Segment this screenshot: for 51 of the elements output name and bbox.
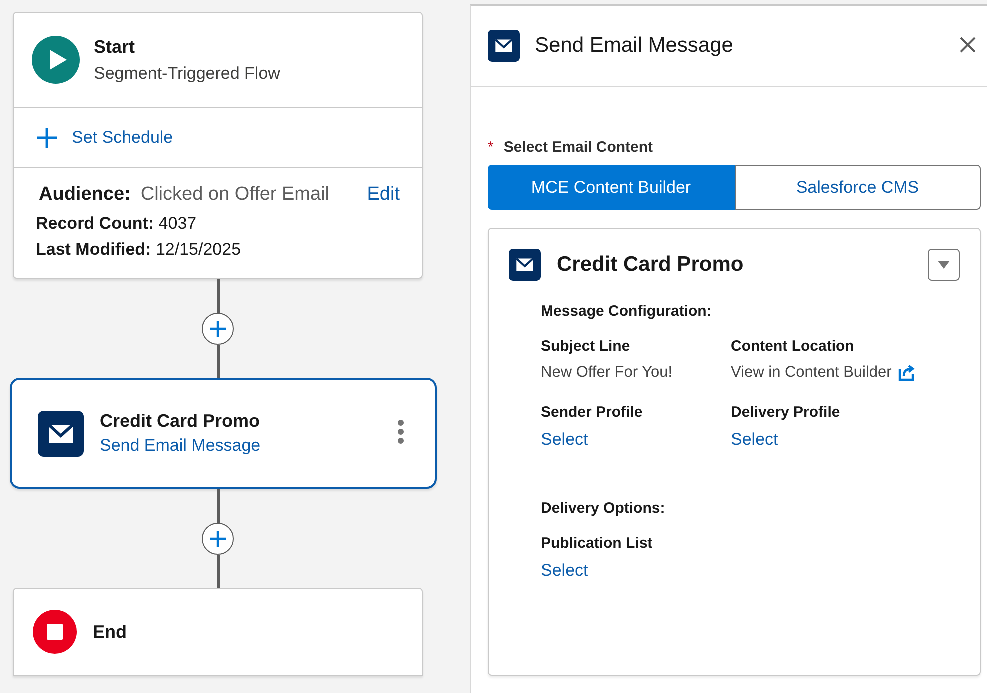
field-label: Subject Line [541,338,632,355]
connector-line [216,554,220,588]
mail-icon [488,30,520,62]
mail-icon [38,410,84,456]
select-link[interactable]: Select [541,561,731,581]
end-node-card[interactable]: End [13,588,423,676]
node-title: Start [94,36,136,58]
node-subtitle: Segment-Triggered Flow [94,64,280,84]
field-label: Delivery Profile [731,404,842,421]
field-label: Select Email Content [504,139,654,156]
edit-link[interactable]: Edit [367,184,400,206]
play-icon [32,36,80,84]
segment-option[interactable]: MCE Content Builder [488,165,734,210]
node-title: End [93,622,127,642]
panel-title: Send Email Message [535,34,734,58]
set-schedule-link[interactable]: Set Schedule [72,128,174,148]
connector-line [216,344,220,378]
email-step-card[interactable]: Credit Card Promo Send Email Message [10,378,437,489]
section-heading: Message Configuration: [541,303,713,320]
plus-icon [208,318,228,338]
kebab-icon [397,419,405,445]
audience-label: Audience: [39,184,131,206]
plus-icon [208,528,228,548]
field-value: New Offer For You! [541,364,674,382]
field-label: Publication List [541,535,654,552]
node-subtitle: Send Email Message [100,436,261,456]
caret-icon [937,260,951,270]
select-link[interactable]: Select [731,430,960,450]
plus-icon[interactable] [36,126,58,148]
required-marker: * [488,139,494,156]
add-step-button[interactable] [202,312,234,344]
detail-text: Record Count: 4037 [36,214,198,234]
stop-icon [33,610,77,654]
segment-option[interactable]: Salesforce CMS [734,165,981,210]
field-label: Sender Profile [541,404,644,421]
add-step-button[interactable] [202,522,234,554]
section-heading: Delivery Options: [541,500,666,517]
field-value: View in Content Builder [731,364,892,382]
connector-line [216,489,220,522]
start-node-card[interactable]: Start Segment-Triggered Flow Set Schedule Audience: Clicked on Offer Email Edit Record Count: 4037 Last Modified: 12/15/2025 [13,12,423,279]
mail-icon [509,249,541,281]
content-title: Credit Card Promo [557,253,745,277]
external-link-icon[interactable] [898,364,916,382]
select-link[interactable]: Select [541,430,731,450]
audience-value: Clicked on Offer Email [140,184,331,206]
detail-text: Last Modified: 12/15/2025 [36,240,242,260]
dropdown-button[interactable] [928,249,960,281]
field-label: Content Location [731,338,856,355]
node-title: Credit Card Promo [100,411,261,432]
close-icon [959,36,977,54]
connector-line [216,279,220,312]
